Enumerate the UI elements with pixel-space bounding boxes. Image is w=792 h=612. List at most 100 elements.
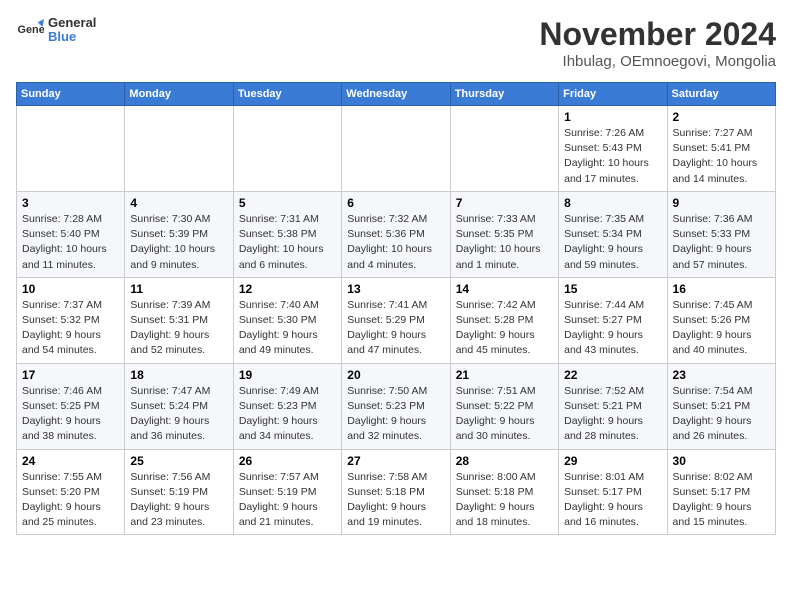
day-info: Sunrise: 7:50 AM Sunset: 5:23 PM Dayligh… — [347, 384, 444, 445]
day-number: 19 — [239, 368, 336, 382]
day-info: Sunrise: 7:42 AM Sunset: 5:28 PM Dayligh… — [456, 298, 553, 359]
calendar-cell: 19 Sunrise: 7:49 AM Sunset: 5:23 PM Dayli… — [233, 363, 341, 449]
day-info: Sunrise: 7:32 AM Sunset: 5:36 PM Dayligh… — [347, 212, 444, 273]
day-number: 30 — [673, 454, 770, 468]
day-number: 28 — [456, 454, 553, 468]
day-info: Sunrise: 7:47 AM Sunset: 5:24 PM Dayligh… — [130, 384, 227, 445]
weekday-header: Saturday — [667, 83, 775, 106]
day-number: 6 — [347, 196, 444, 210]
calendar-cell: 20 Sunrise: 7:50 AM Sunset: 5:23 PM Dayli… — [342, 363, 450, 449]
day-number: 10 — [22, 282, 119, 296]
day-number: 26 — [239, 454, 336, 468]
calendar-cell: 17 Sunrise: 7:46 AM Sunset: 5:25 PM Dayli… — [17, 363, 125, 449]
day-number: 11 — [130, 282, 227, 296]
logo-line1: General — [48, 16, 96, 30]
calendar-cell: 6 Sunrise: 7:32 AM Sunset: 5:36 PM Daylig… — [342, 191, 450, 277]
logo: General General Blue — [16, 16, 96, 45]
calendar-cell: 30 Sunrise: 8:02 AM Sunset: 5:17 PM Dayli… — [667, 449, 775, 535]
calendar-cell: 15Sunrise: 7:44 AM Sunset: 5:27 PM Dayli… — [559, 277, 667, 363]
day-info: Sunrise: 7:51 AM Sunset: 5:22 PM Dayligh… — [456, 384, 553, 445]
day-number: 25 — [130, 454, 227, 468]
location: Ihbulag, OEmnoegovi, Mongolia — [539, 53, 776, 70]
day-number: 20 — [347, 368, 444, 382]
calendar-header-row: SundayMondayTuesdayWednesdayThursdayFrid… — [17, 83, 776, 106]
calendar-cell: 7Sunrise: 7:33 AM Sunset: 5:35 PM Daylig… — [450, 191, 558, 277]
day-info: Sunrise: 7:46 AM Sunset: 5:25 PM Dayligh… — [22, 384, 119, 445]
day-info: Sunrise: 7:36 AM Sunset: 5:33 PM Dayligh… — [673, 212, 770, 273]
day-number: 8 — [564, 196, 661, 210]
calendar-cell — [450, 106, 558, 192]
calendar-table: SundayMondayTuesdayWednesdayThursdayFrid… — [16, 82, 776, 535]
calendar-cell: 1 Sunrise: 7:26 AM Sunset: 5:43 PM Daylig… — [559, 106, 667, 192]
calendar-cell: 26 Sunrise: 7:57 AM Sunset: 5:19 PM Dayli… — [233, 449, 341, 535]
day-info: Sunrise: 7:44 AM Sunset: 5:27 PM Dayligh… — [564, 298, 661, 359]
day-info: Sunrise: 7:55 AM Sunset: 5:20 PM Dayligh… — [22, 470, 119, 531]
calendar-cell: 9Sunrise: 7:36 AM Sunset: 5:33 PM Daylig… — [667, 191, 775, 277]
day-info: Sunrise: 7:54 AM Sunset: 5:21 PM Dayligh… — [673, 384, 770, 445]
logo-icon: General — [16, 16, 44, 44]
day-number: 14 — [456, 282, 553, 296]
calendar-cell — [342, 106, 450, 192]
day-info: Sunrise: 7:35 AM Sunset: 5:34 PM Dayligh… — [564, 212, 661, 273]
svg-text:General: General — [18, 24, 44, 36]
day-info: Sunrise: 8:00 AM Sunset: 5:18 PM Dayligh… — [456, 470, 553, 531]
day-info: Sunrise: 7:37 AM Sunset: 5:32 PM Dayligh… — [22, 298, 119, 359]
weekday-header: Friday — [559, 83, 667, 106]
day-number: 16 — [673, 282, 770, 296]
day-info: Sunrise: 7:56 AM Sunset: 5:19 PM Dayligh… — [130, 470, 227, 531]
day-info: Sunrise: 7:33 AM Sunset: 5:35 PM Dayligh… — [456, 212, 553, 273]
day-number: 23 — [673, 368, 770, 382]
calendar-cell: 12Sunrise: 7:40 AM Sunset: 5:30 PM Dayli… — [233, 277, 341, 363]
calendar-week-row: 17 Sunrise: 7:46 AM Sunset: 5:25 PM Dayli… — [17, 363, 776, 449]
day-info: Sunrise: 7:52 AM Sunset: 5:21 PM Dayligh… — [564, 384, 661, 445]
day-number: 5 — [239, 196, 336, 210]
day-number: 2 — [673, 110, 770, 124]
calendar-cell — [233, 106, 341, 192]
calendar-cell: 23 Sunrise: 7:54 AM Sunset: 5:21 PM Dayli… — [667, 363, 775, 449]
day-number: 17 — [22, 368, 119, 382]
day-info: Sunrise: 7:57 AM Sunset: 5:19 PM Dayligh… — [239, 470, 336, 531]
day-info: Sunrise: 7:40 AM Sunset: 5:30 PM Dayligh… — [239, 298, 336, 359]
weekday-header: Thursday — [450, 83, 558, 106]
calendar-cell: 16Sunrise: 7:45 AM Sunset: 5:26 PM Dayli… — [667, 277, 775, 363]
day-number: 13 — [347, 282, 444, 296]
calendar-cell: 4 Sunrise: 7:30 AM Sunset: 5:39 PM Daylig… — [125, 191, 233, 277]
weekday-header: Tuesday — [233, 83, 341, 106]
calendar-cell: 21Sunrise: 7:51 AM Sunset: 5:22 PM Dayli… — [450, 363, 558, 449]
month-title: November 2024 — [539, 16, 776, 53]
calendar-week-row: 10 Sunrise: 7:37 AM Sunset: 5:32 PM Dayli… — [17, 277, 776, 363]
day-info: Sunrise: 7:58 AM Sunset: 5:18 PM Dayligh… — [347, 470, 444, 531]
weekday-header: Sunday — [17, 83, 125, 106]
calendar-cell — [125, 106, 233, 192]
calendar-cell: 28 Sunrise: 8:00 AM Sunset: 5:18 PM Dayli… — [450, 449, 558, 535]
calendar-cell: 25 Sunrise: 7:56 AM Sunset: 5:19 PM Dayli… — [125, 449, 233, 535]
calendar-cell: 2 Sunrise: 7:27 AM Sunset: 5:41 PM Daylig… — [667, 106, 775, 192]
calendar-cell — [17, 106, 125, 192]
calendar-week-row: 3Sunrise: 7:28 AM Sunset: 5:40 PM Daylig… — [17, 191, 776, 277]
day-number: 27 — [347, 454, 444, 468]
weekday-header: Monday — [125, 83, 233, 106]
calendar-week-row: 24 Sunrise: 7:55 AM Sunset: 5:20 PM Dayli… — [17, 449, 776, 535]
weekday-header: Wednesday — [342, 83, 450, 106]
logo-text: General Blue — [48, 16, 96, 45]
day-number: 4 — [130, 196, 227, 210]
day-info: Sunrise: 8:02 AM Sunset: 5:17 PM Dayligh… — [673, 470, 770, 531]
calendar-cell: 3Sunrise: 7:28 AM Sunset: 5:40 PM Daylig… — [17, 191, 125, 277]
calendar-cell: 14 Sunrise: 7:42 AM Sunset: 5:28 PM Dayli… — [450, 277, 558, 363]
calendar-cell: 10 Sunrise: 7:37 AM Sunset: 5:32 PM Dayli… — [17, 277, 125, 363]
logo-line2: Blue — [48, 30, 96, 44]
calendar-cell: 18 Sunrise: 7:47 AM Sunset: 5:24 PM Dayli… — [125, 363, 233, 449]
day-number: 29 — [564, 454, 661, 468]
day-number: 22 — [564, 368, 661, 382]
day-number: 1 — [564, 110, 661, 124]
day-number: 24 — [22, 454, 119, 468]
day-info: Sunrise: 7:26 AM Sunset: 5:43 PM Dayligh… — [564, 126, 661, 187]
day-info: Sunrise: 7:30 AM Sunset: 5:39 PM Dayligh… — [130, 212, 227, 273]
day-info: Sunrise: 7:39 AM Sunset: 5:31 PM Dayligh… — [130, 298, 227, 359]
day-info: Sunrise: 7:27 AM Sunset: 5:41 PM Dayligh… — [673, 126, 770, 187]
day-info: Sunrise: 7:49 AM Sunset: 5:23 PM Dayligh… — [239, 384, 336, 445]
day-number: 18 — [130, 368, 227, 382]
calendar-cell: 29Sunrise: 8:01 AM Sunset: 5:17 PM Dayli… — [559, 449, 667, 535]
page-header: General General Blue November 2024 Ihbul… — [16, 16, 776, 70]
day-info: Sunrise: 7:31 AM Sunset: 5:38 PM Dayligh… — [239, 212, 336, 273]
